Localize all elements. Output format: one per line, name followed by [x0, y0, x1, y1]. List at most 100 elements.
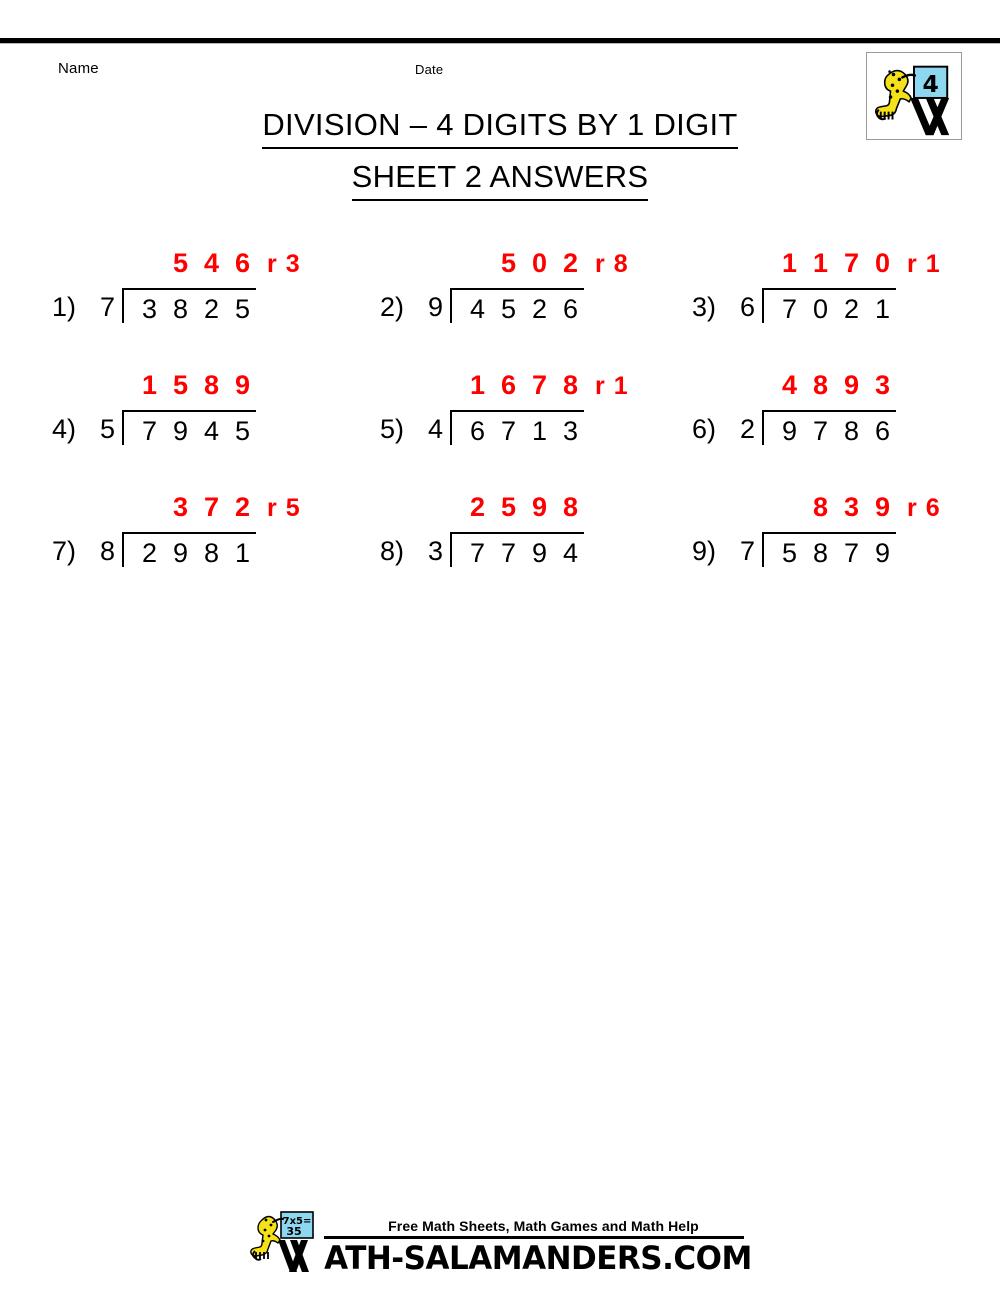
quotient-digit: 2: [235, 492, 251, 522]
quotient-answer: 372 r 5: [134, 494, 301, 521]
dividend-digit: 4: [563, 538, 579, 568]
dividend-digit: 9: [875, 538, 891, 568]
dividend-digit: 6: [875, 416, 891, 446]
dividend-digit: 0: [813, 294, 829, 324]
problem-number: 9): [692, 536, 717, 566]
divisor: 6: [740, 292, 756, 322]
problem-1: 1) 7 3 8 2 5 5 4 6 r 3: [0, 243, 370, 365]
quotient-digit: 7: [204, 492, 220, 522]
quotient-digit: 8: [563, 370, 579, 400]
divisor: 2: [740, 414, 756, 444]
board-text-bottom: 35: [286, 1225, 301, 1238]
problem-4: 4) 5 7 9 4 5 1 5 8 9: [0, 365, 370, 487]
quotient-digit: 4: [782, 370, 798, 400]
dividend-digit: 2: [844, 294, 860, 324]
dividend-digit: 2: [142, 538, 158, 568]
divisor: 8: [100, 536, 116, 566]
dividend: 7794: [462, 532, 586, 567]
dividend-digit: 8: [844, 416, 860, 446]
divisor: 5: [100, 414, 116, 444]
divisor: 4: [428, 414, 444, 444]
quotient-digit: 8: [813, 370, 829, 400]
quotient-digit: 1: [782, 248, 798, 278]
problem-row: 1) 7 3 8 2 5 5 4 6 r 3 2) 9 4 5 2 6 5 0 2 r 8 3) 6 7 0 2 1 1 1 7 0 r…: [0, 243, 1000, 365]
division-bracket: 67131678r 1: [450, 372, 628, 446]
vinculum: [452, 288, 585, 290]
vinculum: [452, 410, 585, 412]
division-bracket: 79451589: [122, 372, 258, 446]
dividend-digit: 3: [142, 294, 158, 324]
quotient-digit: 7: [844, 248, 860, 278]
footer-tagline: Free Math Sheets, Math Games and Math He…: [388, 1218, 699, 1234]
quotient-digit: 5: [173, 370, 189, 400]
dividend-digit: 5: [782, 538, 798, 568]
quotient-answer: 839 r 6: [774, 494, 941, 521]
quotient-digit: 5: [501, 492, 517, 522]
vinculum: [764, 410, 897, 412]
dividend-digit: 6: [470, 416, 486, 446]
problem-number: 8): [380, 536, 405, 566]
quotient-digit: 2: [563, 248, 579, 278]
problem-number: 4): [52, 414, 77, 444]
quotient-digit: 8: [204, 370, 220, 400]
division-bracket: 5879 839r 6: [762, 494, 940, 568]
dividend-digit: 7: [501, 416, 517, 446]
divisor: 3: [428, 536, 444, 566]
dividend-digit: 1: [875, 294, 891, 324]
page-title: DIVISION – 4 DIGITS BY 1 DIGIT SHEET 2 A…: [0, 105, 1000, 201]
quotient-digit: 6: [501, 370, 517, 400]
dividend-digit: 3: [563, 416, 579, 446]
quotient-answer: 4893: [774, 372, 898, 399]
dividend-digit: 2: [532, 294, 548, 324]
division-bracket: 3825546r 3: [122, 250, 300, 323]
problem-number: 6): [692, 414, 717, 444]
quotient-digit: 1: [142, 370, 158, 400]
quotient-answer: 502 r 8: [462, 250, 629, 277]
remainder: r 8: [595, 250, 629, 278]
quotient-digit: 7: [532, 370, 548, 400]
problem-3: 3) 6 7 0 2 1 1 1 7 0 r 1: [670, 243, 1000, 365]
problems-grid: 1) 7 3 8 2 5 5 4 6 r 3 2) 9 4 5 2 6 5 0 2 r 8 3) 6 7 0 2 1 1 1 7 0 r…: [0, 243, 1000, 609]
dividend: 3825: [134, 288, 258, 323]
quotient-digit: 3: [173, 492, 189, 522]
dividend: 9786: [774, 410, 898, 445]
salamander-easel-icon: 7x5= 35: [250, 1211, 314, 1272]
problem-number: 3): [692, 292, 717, 322]
dividend: 4526: [462, 288, 586, 323]
title-line-2: SHEET 2 ANSWERS: [351, 157, 649, 201]
dividend-digit: 4: [204, 416, 220, 446]
problem-number: 5): [380, 414, 405, 444]
problem-9: 9) 7 5 8 7 9 8 3 9 r 6: [670, 487, 1000, 609]
dividend-digit: 9: [173, 538, 189, 568]
division-bracket: 70211170r 1: [762, 250, 940, 323]
dividend: 7021: [774, 288, 898, 323]
quotient-digit: 2: [470, 492, 486, 522]
divisor: 7: [100, 292, 116, 322]
dividend: 2981: [134, 532, 258, 567]
divisor: 7: [740, 536, 756, 566]
divisor: 9: [428, 292, 444, 322]
quotient-answer: 1678 r 1: [462, 372, 629, 399]
dividend-digit: 8: [813, 538, 829, 568]
dividend-digit: 5: [235, 294, 251, 324]
division-bracket: 77942598: [450, 494, 586, 567]
top-divider: [0, 38, 1000, 44]
division-bracket: 2981372r 5: [122, 494, 300, 567]
quotient-answer: 1170r 1: [774, 250, 941, 277]
quotient-digit: 1: [470, 370, 486, 400]
vinculum: [764, 288, 897, 290]
quotient-digit: 9: [844, 370, 860, 400]
dividend-digit: 7: [813, 416, 829, 446]
dividend-digit: 5: [501, 294, 517, 324]
dividend-digit: 7: [844, 538, 860, 568]
dividend-digit: 4: [470, 294, 486, 324]
quotient-digit: 3: [844, 492, 860, 522]
remainder: r 5: [267, 494, 301, 522]
dividend-digit: 8: [204, 538, 220, 568]
problem-5: 5) 4 6 7 1 3 1 6 7 8 r 1: [370, 365, 670, 487]
dividend-digit: 7: [782, 294, 798, 324]
quotient-digit: 0: [532, 248, 548, 278]
remainder: r 3: [267, 250, 301, 278]
dividend-digit: 7: [142, 416, 158, 446]
remainder: r 1: [907, 250, 941, 278]
